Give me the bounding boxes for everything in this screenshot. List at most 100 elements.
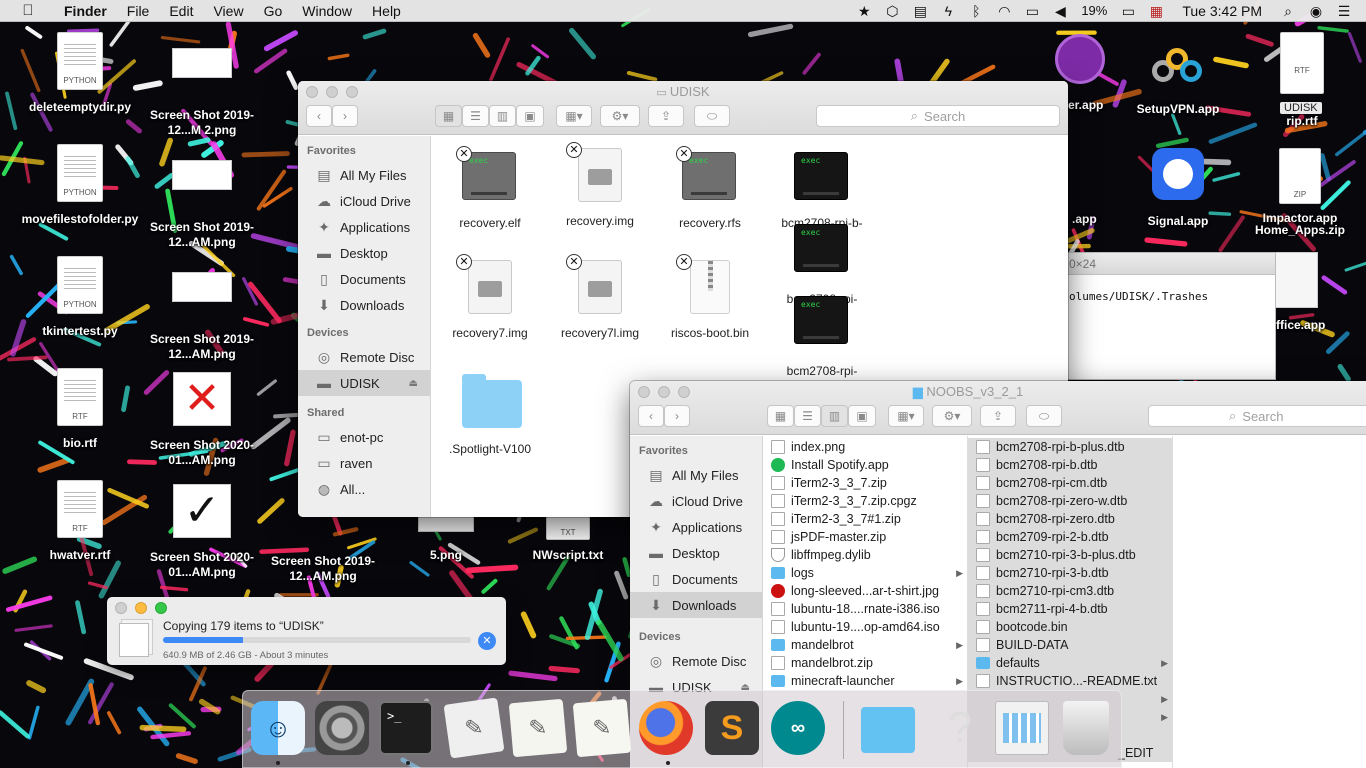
sidebar-item-desktop[interactable]: ▬ Desktop	[630, 540, 762, 566]
folder-item[interactable]: .Spotlight-V100	[432, 374, 548, 456]
list-item[interactable]: logs ▶	[763, 564, 967, 582]
list-view-button[interactable]: ☰	[794, 405, 821, 427]
desktop-file[interactable]: RTF hwatver.rtf	[20, 480, 140, 563]
dock-firefox-icon[interactable]	[639, 701, 693, 755]
sidebar-item-downloads[interactable]: ⬇ Downloads	[298, 292, 430, 318]
forward-button[interactable]: ›	[332, 105, 358, 127]
desktop-file[interactable]: Screen Shot 2019-12...AM.png	[142, 264, 262, 362]
sidebar-item-documents[interactable]: ▯ Documents	[298, 266, 430, 292]
list-item[interactable]: bootcode.bin	[968, 618, 1172, 636]
sidebar-item-udisk[interactable]: ▬ UDISK ⏏	[298, 370, 430, 396]
group-by-button[interactable]: ▦▾	[888, 405, 924, 427]
dock-downloads-folder-icon[interactable]	[861, 707, 915, 753]
sidebar-item-desktop[interactable]: ▬ Desktop	[298, 240, 430, 266]
sidebar-item-applications[interactable]: ✦ Applications	[630, 514, 762, 540]
file-item[interactable]: exec ✕ recovery.elf	[432, 146, 548, 230]
sidebar-item-applications[interactable]: ✦ Applications	[298, 214, 430, 240]
list-item[interactable]: bcm2708-rpi-zero-w.dtb	[968, 492, 1172, 510]
sidebar-item-remote-disc[interactable]: ◎ Remote Disc	[630, 648, 762, 674]
list-item[interactable]: lubuntu-19....op-amd64.iso	[763, 618, 967, 636]
dock-textedit-icon[interactable]: ✎	[508, 698, 568, 758]
sidebar-item-raven[interactable]: ▭ raven	[298, 450, 430, 476]
menu-edit[interactable]: Edit	[159, 0, 203, 22]
terminal-window-fragment[interactable]: 0×24 olumes/UDISK/.Trashes	[1040, 252, 1276, 380]
list-item[interactable]: Install Spotify.app	[763, 456, 967, 474]
battery-percent[interactable]: 19%	[1074, 0, 1114, 22]
action-gear-button[interactable]: ⚙▾	[932, 405, 972, 427]
back-button[interactable]: ‹	[306, 105, 332, 127]
column-view-button[interactable]: ▥	[489, 105, 516, 127]
file-item[interactable]: exec bcm2708-rpi-	[764, 296, 880, 378]
list-item[interactable]: iTerm2-3_3_7.zip	[763, 474, 967, 492]
list-item[interactable]: long-sleeved...ar-t-shirt.jpg	[763, 582, 967, 600]
menu-app-name[interactable]: Finder	[54, 0, 117, 22]
dock-arduino-icon[interactable]: ∞	[771, 701, 825, 755]
flag-icon[interactable]: ▦	[1142, 0, 1170, 22]
desktop-file[interactable]: PYTHON movefilestofolder.py	[20, 144, 140, 227]
sidebar-item-all-my-files[interactable]: ▤ All My Files	[298, 162, 430, 188]
list-item[interactable]: bcm2711-rpi-4-b.dtb	[968, 600, 1172, 618]
sidebar-item-all-shared[interactable]: ◍ All...	[298, 476, 430, 502]
action-gear-button[interactable]: ⚙▾	[600, 105, 640, 127]
file-item[interactable]: ✕ riscos-boot.bin	[652, 254, 768, 340]
list-item[interactable]: mandelbrot.zip	[763, 654, 967, 672]
sidebar-item-downloads[interactable]: ⬇ Downloads	[630, 592, 762, 618]
desktop-file[interactable]: RTF UDISK rip.rtf	[1242, 32, 1362, 129]
icon-view-button[interactable]: ▦	[435, 105, 462, 127]
list-item[interactable]: jsPDF-master.zip	[763, 528, 967, 546]
tags-button[interactable]: ⬭	[1026, 405, 1062, 427]
remove-badge-icon[interactable]: ✕	[456, 254, 472, 270]
list-item[interactable]: bcm2708-rpi-cm.dtb	[968, 474, 1172, 492]
dock-textedit-icon[interactable]: ✎	[572, 698, 632, 758]
battery-icon[interactable]: ▭	[1114, 0, 1142, 22]
back-button[interactable]: ‹	[638, 405, 664, 427]
desktop-file[interactable]: 5.png	[386, 516, 506, 563]
file-item[interactable]: exec bcm2708-rpi-	[764, 224, 880, 306]
list-view-button[interactable]: ☰	[462, 105, 489, 127]
clock[interactable]: Tue 3:42 PM	[1170, 0, 1274, 22]
flash-icon[interactable]: ϟ	[934, 0, 962, 22]
close-button[interactable]	[115, 602, 127, 614]
remove-badge-icon[interactable]: ✕	[566, 142, 582, 158]
file-item[interactable]: ✕ recovery7.img	[432, 254, 548, 340]
apple-menu-icon[interactable]: 	[18, 2, 38, 19]
desktop-file[interactable]: ✕ Screen Shot 2020-01...AM.png	[142, 372, 262, 468]
sidebar-item-remote-disc[interactable]: ◎ Remote Disc	[298, 344, 430, 370]
list-item[interactable]: bcm2710-rpi-cm3.dtb	[968, 582, 1172, 600]
list-item[interactable]: lubuntu-18....rnate-i386.iso	[763, 600, 967, 618]
list-item[interactable]: mandelbrot ▶	[763, 636, 967, 654]
desktop-file[interactable]: RTF bio.rtf	[20, 368, 140, 451]
cube-icon[interactable]: ⬡	[878, 0, 906, 22]
remove-badge-icon[interactable]: ✕	[456, 146, 472, 162]
list-item[interactable]: libffmpeg.dylib	[763, 546, 967, 564]
menu-help[interactable]: Help	[362, 0, 411, 22]
search-input[interactable]: ⌕ Search	[816, 105, 1060, 127]
desktop-file[interactable]: ✓ Screen Shot 2020-01...AM.png	[142, 484, 262, 580]
list-item[interactable]: bcm2708-rpi-b-plus.dtb	[968, 438, 1172, 456]
desktop-file[interactable]: Screen Shot 2019-12...M 2.png	[142, 40, 262, 138]
dock-trash-icon[interactable]	[1063, 701, 1109, 755]
forward-button[interactable]: ›	[664, 405, 690, 427]
remove-badge-icon[interactable]: ✕	[566, 254, 582, 270]
list-item[interactable]: index.png	[763, 438, 967, 456]
desktop-file[interactable]: TXT NWscript.txt	[508, 516, 628, 563]
remove-badge-icon[interactable]: ✕	[676, 146, 692, 162]
sidebar-item-icloud-drive[interactable]: ☁ iCloud Drive	[630, 488, 762, 514]
share-button[interactable]: ⇪	[648, 105, 684, 127]
list-item[interactable]: bcm2708-rpi-zero.dtb	[968, 510, 1172, 528]
file-item[interactable]: exec ✕ recovery.rfs	[652, 146, 768, 230]
volume-icon[interactable]: ◀	[1046, 0, 1074, 22]
group-by-button[interactable]: ▦▾	[556, 105, 592, 127]
dock-sublime-text-icon[interactable]: S	[705, 701, 759, 755]
list-item[interactable]: minecraft-launcher ▶	[763, 672, 967, 690]
bag-icon[interactable]: ▤	[906, 0, 934, 22]
dock-finder-icon[interactable]: ☺	[251, 701, 305, 755]
file-item[interactable]: ✕ recovery.img	[542, 142, 658, 228]
airplay-icon[interactable]: ▭	[1018, 0, 1046, 22]
desktop-file[interactable]: Screen Shot 2019-12...AM.png	[263, 548, 383, 584]
list-item[interactable]: iTerm2-3_3_7#1.zip	[763, 510, 967, 528]
sidebar-item-enot-pc[interactable]: ▭ enot-pc	[298, 424, 430, 450]
dock-script-editor-icon[interactable]: ✎	[443, 697, 505, 759]
spotlight-icon[interactable]: ⌕	[1274, 0, 1302, 22]
dock-preview-icon[interactable]	[995, 701, 1049, 755]
